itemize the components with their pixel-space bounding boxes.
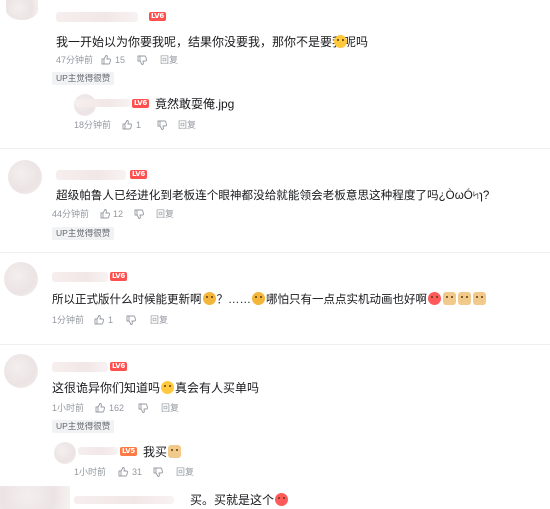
thumb-down-icon[interactable] xyxy=(126,315,136,325)
reply-text: 竟然敢耍俺.jpg xyxy=(155,97,235,111)
thumb-up-icon[interactable] xyxy=(122,120,132,130)
dog-emoji-icon xyxy=(473,292,486,305)
reply-button[interactable]: 回复 xyxy=(176,466,194,478)
reply-button[interactable]: 回复 xyxy=(150,314,168,326)
reply-username[interactable] xyxy=(74,496,174,504)
username[interactable] xyxy=(56,170,126,180)
level-badge: LV6 xyxy=(132,99,149,108)
thumb-down-icon[interactable] xyxy=(157,120,167,130)
reply-text-part: 我买 xyxy=(143,445,168,459)
divider xyxy=(0,148,550,149)
thumb-down-icon[interactable] xyxy=(137,55,147,65)
thumb-up-icon[interactable] xyxy=(118,467,128,477)
reply-text: 我买 xyxy=(143,444,182,460)
up-liked-badge: UP主觉得很赞 xyxy=(52,420,115,433)
cry-emoji-icon xyxy=(202,292,216,305)
avatar[interactable] xyxy=(4,354,38,388)
avatar[interactable] xyxy=(4,262,38,296)
crying-face-emoji-icon xyxy=(275,493,289,506)
comment-text-part: ？…… xyxy=(216,294,252,306)
username[interactable] xyxy=(52,272,108,282)
up-liked-badge: UP主觉得很赞 xyxy=(52,227,115,240)
comment-text-part: 真会有人买单吗 xyxy=(175,381,260,395)
cry-emoji-icon xyxy=(334,35,347,48)
comment-time: 44分钟前 xyxy=(52,209,90,219)
like-count: 1 xyxy=(108,315,114,325)
reply-button[interactable]: 回复 xyxy=(178,119,196,131)
avatar[interactable] xyxy=(6,0,38,20)
reply-text: 买。买就是这个 xyxy=(190,492,289,508)
like-count: 15 xyxy=(115,55,126,65)
comment-text-part: 这很诡异你们知道吗 xyxy=(52,381,161,395)
like-count: 12 xyxy=(113,209,124,219)
comment-text: 超级帕鲁人已经进化到老板连个眼神都没给就能领会老板意思这种程度了吗¿ÒωÓ৸ɿ? xyxy=(56,189,490,202)
divider xyxy=(0,344,550,345)
comment-text: 我一开始以为你要我呢，结果你没要我，那你不是要我呢吗 xyxy=(56,35,369,49)
reply-time: 18分钟前 xyxy=(74,120,112,130)
like-count: 162 xyxy=(109,403,125,413)
username[interactable] xyxy=(52,362,108,372)
reply-text-part: 买。买就是这个 xyxy=(190,493,275,507)
comment-time: 47分钟前 xyxy=(56,55,94,65)
reply-button[interactable]: 回复 xyxy=(161,402,179,414)
reply-button[interactable]: 回复 xyxy=(156,208,174,220)
cry-emoji-icon xyxy=(161,381,175,394)
dog-emoji-icon xyxy=(458,292,471,305)
thumb-down-icon[interactable] xyxy=(134,209,144,219)
like-count: 1 xyxy=(136,120,142,130)
level-badge: LV6 xyxy=(110,362,127,371)
comment-text: 所以正式版什么时候能更新啊 ？…… 哪怕只有一点点实机动画也好啊 xyxy=(52,292,487,308)
level-badge: LV6 xyxy=(149,12,166,21)
reply-button[interactable]: 回复 xyxy=(160,54,178,66)
dog-emoji-icon xyxy=(443,292,456,305)
like-count: 31 xyxy=(132,467,143,477)
thumb-down-icon[interactable] xyxy=(138,403,148,413)
level-badge: LV6 xyxy=(110,272,127,281)
divider xyxy=(0,252,550,253)
comment-time: 1小时前 xyxy=(52,403,85,413)
reply-username[interactable] xyxy=(75,99,131,107)
thumb-up-icon[interactable] xyxy=(101,55,111,65)
dog-emoji-icon xyxy=(168,445,182,458)
thumb-up-icon[interactable] xyxy=(95,403,105,413)
level-badge: LV6 xyxy=(130,170,147,179)
crying-face-emoji-icon xyxy=(428,292,441,305)
thumb-down-icon[interactable] xyxy=(153,467,163,477)
reply-avatar[interactable] xyxy=(54,442,76,464)
comment-text-part: 哪怕只有一点点实机动画也好啊 xyxy=(266,294,427,306)
reply-avatar[interactable] xyxy=(0,486,70,509)
reply-time: 1小时前 xyxy=(74,467,107,477)
comment-time: 1分钟前 xyxy=(52,315,85,325)
thumb-up-icon[interactable] xyxy=(94,315,104,325)
reply-username[interactable] xyxy=(78,447,118,455)
avatar[interactable] xyxy=(8,160,42,194)
cry-emoji-icon xyxy=(252,292,265,305)
up-liked-badge: UP主觉得很赞 xyxy=(52,72,115,85)
thumb-up-icon[interactable] xyxy=(100,209,110,219)
comment-text: 这很诡异你们知道吗 真会有人买单吗 xyxy=(52,380,259,396)
username[interactable] xyxy=(56,12,138,22)
comment-text-part: 所以正式版什么时候能更新啊 xyxy=(52,294,202,306)
level-badge: LV5 xyxy=(120,447,137,456)
